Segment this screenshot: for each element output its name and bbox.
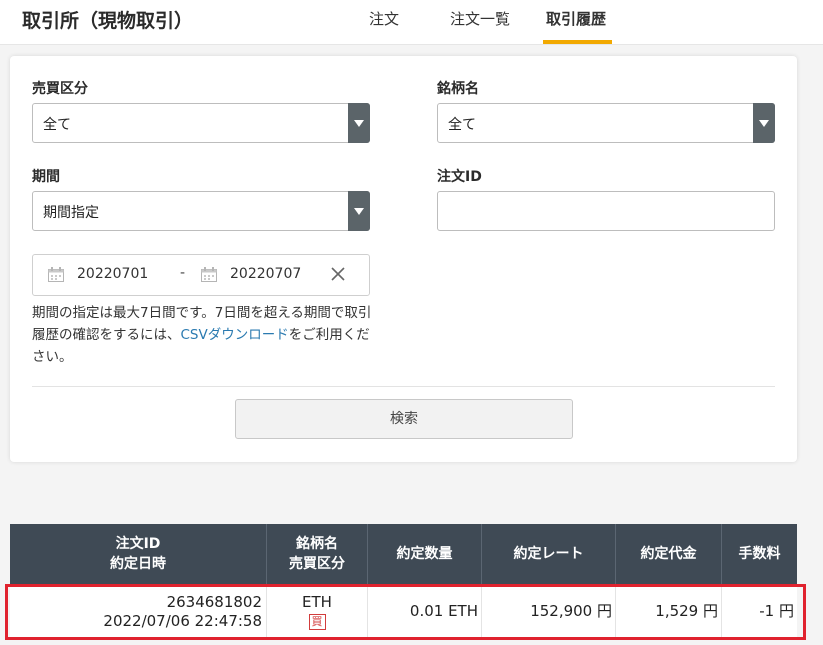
column-header-label: 手数料 [738, 546, 781, 562]
column-header-label: 約定代金 [640, 546, 697, 562]
column-header-label: 約定レート [513, 546, 584, 562]
cell-fee: -1 円 [759, 602, 794, 620]
calendar-icon [201, 267, 217, 282]
symbol-value: ETH [302, 593, 332, 611]
trade-type-label: 売買区分 [32, 81, 88, 97]
divider [32, 386, 775, 387]
trade-type-value: 全て [43, 117, 71, 133]
tab-order-list[interactable]: 注文一覧 [450, 8, 510, 29]
column-header-label: 約定数量 [396, 546, 453, 562]
trade-history-table: 注文ID 約定日時 銘柄名 売買区分 約定数量 約定レート 約定代金 手数料 2… [10, 524, 797, 639]
chevron-down-icon [348, 103, 370, 143]
order-id-value: 2634681802 [166, 593, 262, 611]
column-header-amount[interactable]: 約定代金 [616, 524, 722, 584]
cell-amount: 1,529 円 [616, 584, 722, 638]
column-header-fee[interactable]: 手数料 [722, 524, 797, 584]
csv-download-link[interactable]: CSVダウンロード [181, 327, 289, 343]
tab-trade-history[interactable]: 取引履歴 [546, 8, 606, 29]
chevron-down-icon [348, 191, 370, 231]
close-icon[interactable] [330, 266, 346, 282]
page-title: 取引所（現物取引） [22, 10, 194, 32]
date-from[interactable]: 20220701 [77, 266, 148, 282]
date-separator: - [180, 265, 186, 281]
filter-panel: 売買区分 全て 銘柄名 全て 期間 期間指定 注文ID 20220701 - 2… [10, 56, 797, 462]
order-id-label: 注文ID [437, 169, 482, 185]
execution-datetime: 2022/07/06 22:47:58 [103, 612, 262, 630]
column-header-label: 約定日時 [110, 556, 166, 572]
period-select[interactable]: 期間指定 [32, 191, 370, 231]
search-button[interactable]: 検索 [235, 399, 573, 439]
cell-order-id: 2634681802 2022/07/06 22:47:58 [10, 584, 267, 638]
cell-rate: 152,900 円 [482, 584, 616, 638]
cell-symbol: ETH 買 [267, 584, 368, 638]
date-range-picker[interactable]: 20220701 - 20220707 [32, 254, 370, 296]
column-header-rate[interactable]: 約定レート [482, 524, 616, 584]
table-row[interactable]: 2634681802 2022/07/06 22:47:58 ETH 買 0.0… [10, 584, 797, 639]
column-header-label: 売買区分 [289, 556, 345, 572]
column-header-label: 銘柄名 [296, 536, 338, 552]
symbol-value: 全て [448, 117, 476, 133]
column-header-symbol[interactable]: 銘柄名 売買区分 [267, 524, 368, 584]
table-header: 注文ID 約定日時 銘柄名 売買区分 約定数量 約定レート 約定代金 手数料 [10, 524, 797, 584]
trade-type-select[interactable]: 全て [32, 103, 370, 143]
date-to[interactable]: 20220707 [230, 266, 301, 282]
period-value: 期間指定 [43, 205, 99, 221]
symbol-label: 銘柄名 [437, 81, 479, 97]
column-header-order-id[interactable]: 注文ID 約定日時 [10, 524, 267, 584]
chevron-down-icon [753, 103, 775, 143]
symbol-select[interactable]: 全て [437, 103, 775, 143]
column-header-label: 注文ID [115, 536, 161, 552]
tab-order[interactable]: 注文 [369, 8, 399, 29]
buy-badge: 買 [308, 614, 326, 630]
column-header-quantity[interactable]: 約定数量 [368, 524, 482, 584]
cell-quantity: 0.01 ETH [368, 584, 482, 638]
calendar-icon [48, 267, 64, 282]
order-id-input[interactable] [437, 191, 775, 231]
period-note: 期間の指定は最大7日間です。7日間を超える期間で取引履歴の確認をするには、CSV… [32, 302, 372, 368]
top-bar: 取引所（現物取引） 注文 注文一覧 取引履歴 [0, 0, 823, 45]
active-tab-indicator [543, 40, 612, 44]
period-label: 期間 [32, 169, 60, 185]
